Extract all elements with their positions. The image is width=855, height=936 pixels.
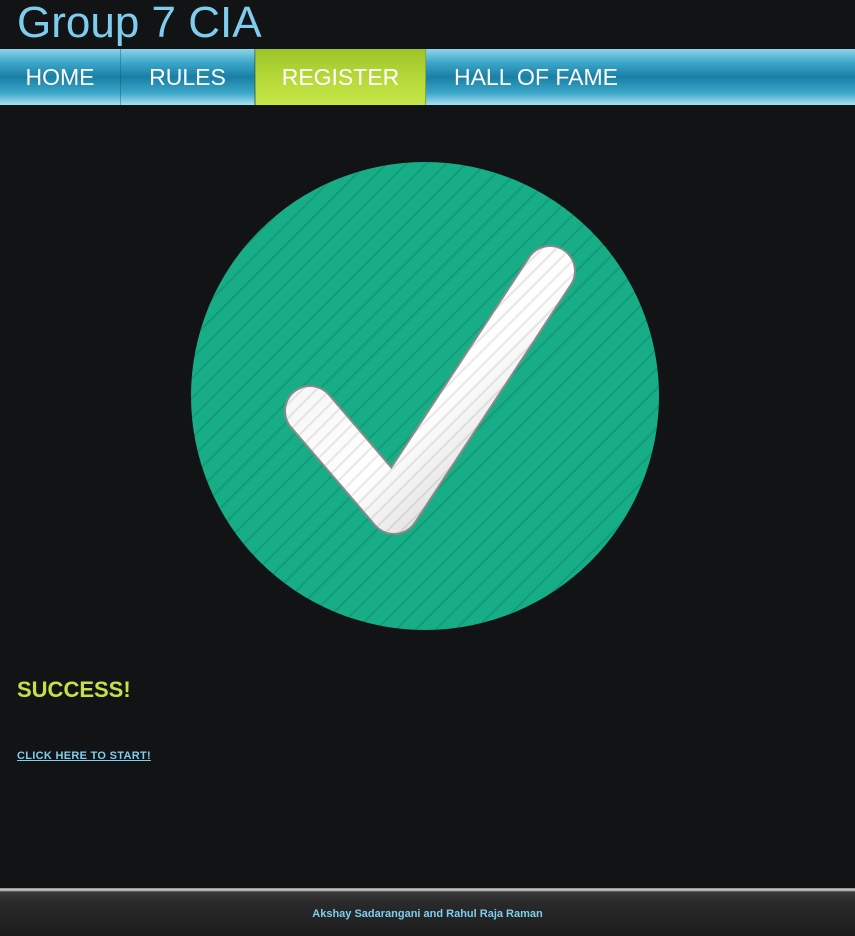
success-heading: SUCCESS! (17, 677, 131, 702)
footer-credits: Akshay Sadarangani and Rahul Raja Raman (312, 908, 543, 920)
main-navigation: HOME RULES REGISTER HALL OF FAME (0, 49, 855, 105)
nav-rules[interactable]: RULES (121, 49, 255, 105)
site-title: Group 7 CIA (17, 0, 262, 47)
nav-home[interactable]: HOME (0, 49, 121, 105)
nav-register[interactable]: REGISTER (255, 49, 426, 105)
checkmark-circle-icon (190, 161, 660, 631)
footer: Akshay Sadarangani and Rahul Raja Raman (0, 888, 855, 936)
nav-hall-of-fame[interactable]: HALL OF FAME (426, 49, 646, 105)
start-link[interactable]: CLICK HERE TO START! (17, 750, 151, 762)
